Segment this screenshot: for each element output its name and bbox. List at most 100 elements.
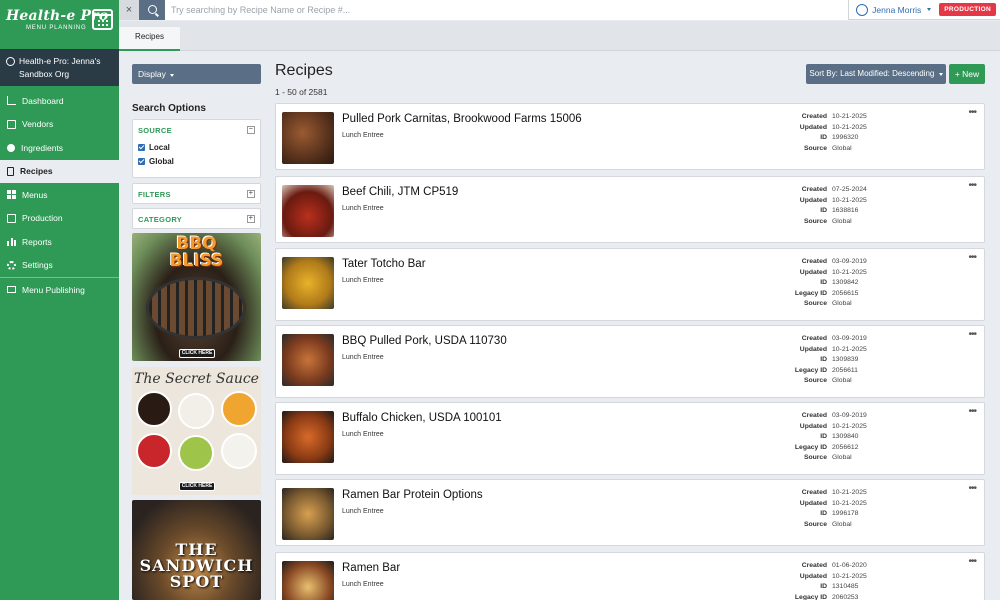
meta-row-created: Created 10-21-2025 [716, 489, 936, 500]
sidebar-item-reports[interactable]: Reports [0, 230, 119, 254]
vendors-icon [7, 119, 16, 129]
search-button[interactable] [139, 0, 165, 20]
recipe-name[interactable]: BBQ Pulled Pork, USDA 110730 [342, 335, 507, 347]
recipe-category: Lunch Entree [342, 431, 384, 438]
recipe-thumbnail[interactable] [282, 257, 334, 309]
recipe-meta: Created 07-25-2024 Updated 10-21-2025 ID 1638… [716, 186, 936, 228]
expand-icon[interactable]: + [247, 190, 255, 198]
recipe-card[interactable]: Buffalo Chicken, USDA 100101 Lunch Entree… [275, 402, 985, 475]
recipe-card[interactable]: Ramen Bar Lunch Entree Created 01-06-2020 Up… [275, 552, 985, 600]
meta-label: ID [820, 356, 827, 363]
recipe-category: Lunch Entree [342, 354, 384, 361]
more-options-icon[interactable]: ••• [968, 107, 976, 118]
collapse-icon[interactable]: − [247, 126, 255, 134]
sidebar-item-ingredients[interactable]: Ingredients [0, 136, 119, 160]
source-header[interactable]: SOURCE − [133, 120, 260, 140]
meta-value: 10-21-2025 [832, 572, 867, 580]
more-options-icon[interactable]: ••• [968, 329, 976, 340]
display-dropdown[interactable]: Display [132, 64, 261, 84]
sidebar-item-label: Menus [22, 189, 48, 200]
meta-value: Global [832, 144, 852, 152]
more-options-icon[interactable]: ••• [968, 180, 976, 191]
meta-row-updated: Updated 10-21-2025 [716, 423, 936, 434]
filters-header[interactable]: FILTERS + [133, 184, 260, 204]
promo-sandwich-spot[interactable]: THE SANDWICH SPOT [132, 500, 261, 600]
more-options-icon[interactable]: ••• [968, 556, 976, 567]
sidebar-item-dashboard[interactable]: Dashboard [0, 89, 119, 113]
source-global-option[interactable]: Global [133, 154, 260, 168]
recipe-card[interactable]: BBQ Pulled Pork, USDA 110730 Lunch Entree… [275, 325, 985, 398]
sidebar-item-vendors[interactable]: Vendors [0, 113, 119, 137]
user-menu[interactable]: Jenna Morris PRODUCTION [848, 0, 1000, 20]
recipe-meta: Created 10-21-2025 Updated 10-21-2025 ID 1996… [716, 113, 936, 155]
promo-bbq-bliss[interactable]: BBQ BLISS CLICK HERE [132, 233, 261, 361]
recipe-card[interactable]: Pulled Pork Carnitas, Brookwood Farms 15… [275, 103, 985, 170]
meta-label: Source [803, 300, 827, 307]
click-here-button[interactable]: CLICK HERE [179, 349, 215, 358]
sidebar-nav: Dashboard Vendors Ingredients Recipes Me… [0, 89, 119, 302]
recipe-name[interactable]: Tater Totcho Bar [342, 258, 426, 270]
source-panel: SOURCE − Local Global [132, 119, 261, 178]
recipe-thumbnail[interactable] [282, 112, 334, 164]
production-icon [7, 213, 16, 223]
meta-label: Created [801, 186, 827, 193]
app-logo[interactable]: Health-e Pro MENU PLANNING [0, 0, 119, 45]
org-switcher[interactable]: Health-e Pro: Jenna's Sandbox Org [0, 49, 119, 86]
recipe-card[interactable]: Beef Chili, JTM CP519 Lunch Entree Created… [275, 176, 985, 243]
sidebar-item-production[interactable]: Production [0, 207, 119, 231]
promo-secret-sauce[interactable]: The Secret Sauce CLICK HERE [132, 367, 261, 495]
click-here-button[interactable]: CLICK HERE [179, 482, 215, 491]
recipe-card[interactable]: Tater Totcho Bar Lunch Entree Created 03-09… [275, 248, 985, 321]
meta-label: Created [801, 412, 827, 419]
recipe-thumbnail[interactable] [282, 561, 334, 600]
meta-label: Updated [799, 345, 827, 353]
tab-recipes[interactable]: Recipes [119, 27, 180, 51]
meta-value: Global [832, 454, 852, 461]
meta-value: 10-21-2025 [832, 499, 867, 507]
recipe-name[interactable]: Buffalo Chicken, USDA 100101 [342, 412, 502, 424]
meta-value: 10-21-2025 [832, 345, 867, 353]
environment-badge[interactable]: PRODUCTION [939, 3, 996, 16]
sidebar-item-settings[interactable]: Settings [0, 254, 119, 278]
recipe-thumbnail[interactable] [282, 334, 334, 386]
recipe-thumbnail[interactable] [282, 411, 334, 463]
source-local-option[interactable]: Local [133, 140, 260, 154]
checkbox-checked-icon[interactable] [138, 143, 145, 151]
recipe-category: Lunch Entree [342, 581, 384, 588]
recipe-name[interactable]: Beef Chili, JTM CP519 [342, 186, 458, 198]
new-recipe-button[interactable]: + New [949, 64, 985, 84]
more-options-icon[interactable]: ••• [968, 406, 976, 417]
meta-label: Updated [799, 123, 827, 131]
sort-dropdown[interactable]: Sort By: Last Modified: Descending [806, 64, 946, 84]
meta-label: ID [820, 510, 827, 517]
sidebar-item-menu-publishing[interactable]: Menu Publishing [0, 278, 119, 302]
recipe-name[interactable]: Ramen Bar Protein Options [342, 489, 483, 501]
more-options-icon[interactable]: ••• [968, 252, 976, 263]
search-input[interactable] [165, 0, 849, 20]
expand-icon[interactable]: + [247, 215, 255, 223]
recipes-icon [7, 166, 14, 176]
checkbox-checked-icon[interactable] [138, 157, 145, 165]
sidebar-item-label: Dashboard [22, 95, 64, 106]
sidebar-item-label: Reports [22, 236, 52, 247]
meta-label: Created [801, 489, 827, 496]
recipe-meta: Created 10-21-2025 Updated 10-21-2025 ID 1996… [716, 489, 936, 531]
recipe-name[interactable]: Pulled Pork Carnitas, Brookwood Farms 15… [342, 113, 582, 125]
close-button[interactable]: × [119, 0, 139, 20]
category-header[interactable]: CATEGORY + [133, 209, 260, 229]
meta-row-source: Source Global [716, 521, 936, 532]
meta-row-id: ID 1309840 [716, 433, 936, 444]
sidebar-item-recipes[interactable]: Recipes [0, 159, 119, 183]
meta-value: 1996178 [832, 510, 859, 517]
menus-icon [7, 190, 16, 200]
more-options-icon[interactable]: ••• [968, 483, 976, 494]
meta-row-legacy-id: Legacy ID 2060253 [716, 594, 936, 600]
sidebar-item-label: Recipes [20, 166, 53, 177]
sidebar-item-menus[interactable]: Menus [0, 183, 119, 207]
recipe-thumbnail[interactable] [282, 185, 334, 237]
category-title: CATEGORY [138, 214, 183, 224]
recipe-name[interactable]: Ramen Bar [342, 562, 400, 574]
recipe-thumbnail[interactable] [282, 488, 334, 540]
recipe-card[interactable]: Ramen Bar Protein Options Lunch Entree Cre… [275, 479, 985, 546]
monitor-icon [7, 286, 16, 294]
